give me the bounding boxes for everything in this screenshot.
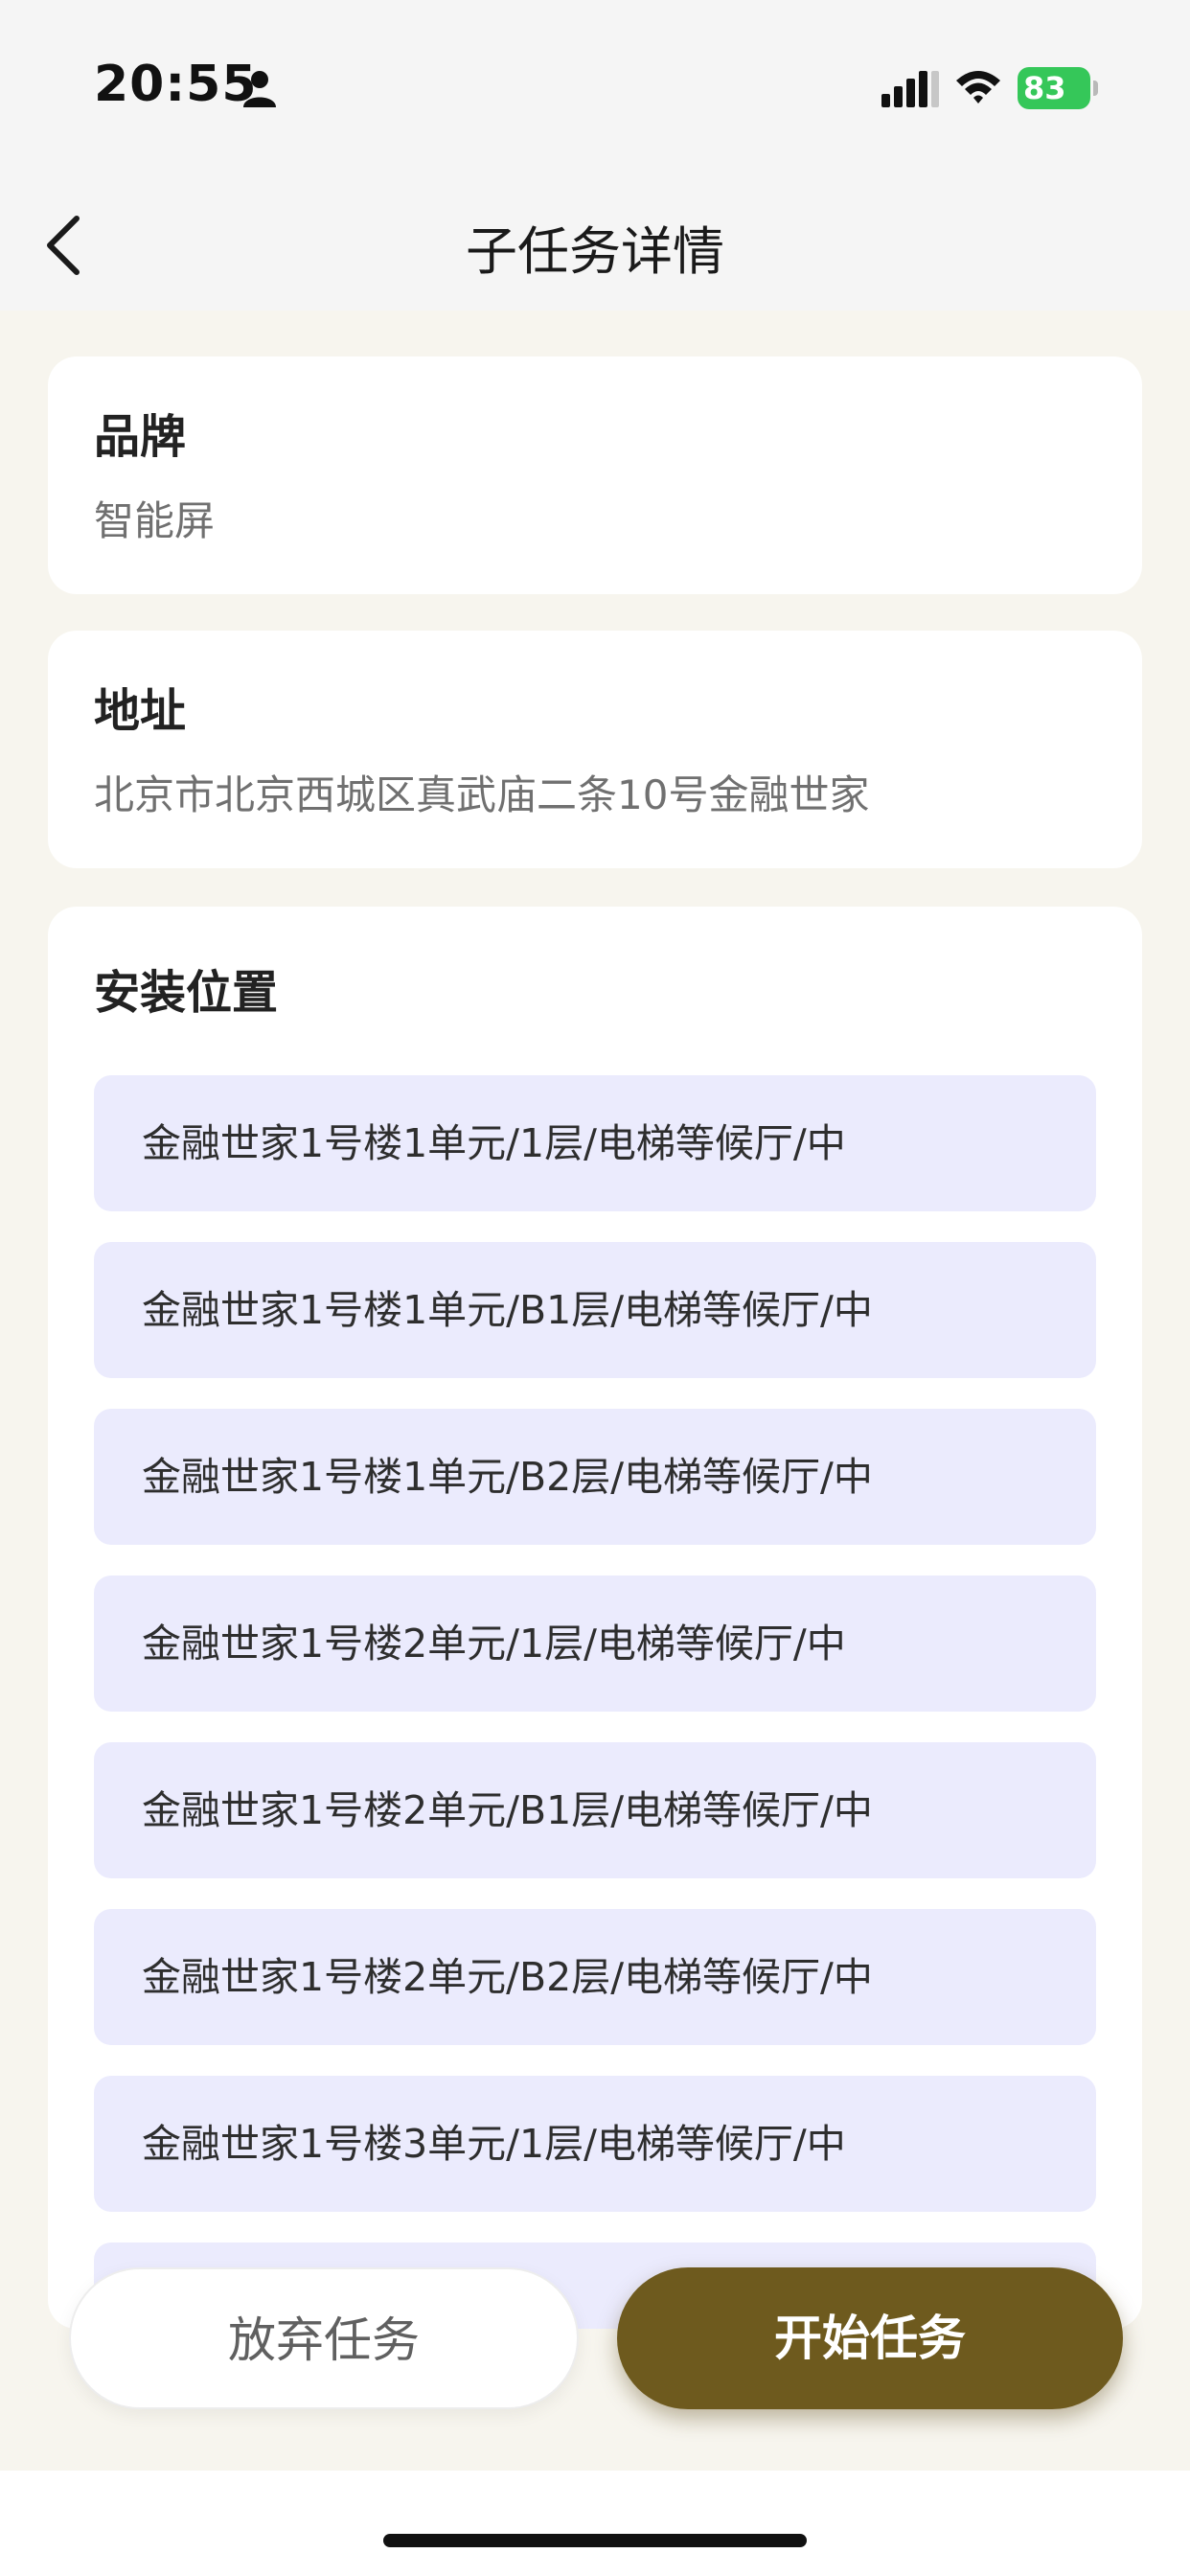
address-label: 地址 — [94, 684, 187, 738]
location-item: 金融世家1号楼1单元/1层/电梯等候厅/中 — [94, 1075, 1096, 1211]
status-time: 20:55 — [94, 56, 258, 113]
bottom-safe-area — [0, 2471, 1190, 2576]
brand-label: 品牌 — [94, 410, 187, 464]
abandon-task-button[interactable]: 放弃任务 — [69, 2267, 579, 2409]
location-list[interactable]: 金融世家1号楼1单元/1层/电梯等候厅/中 金融世家1号楼1单元/B1层/电梯等… — [94, 1075, 1096, 2329]
signal-icon — [881, 71, 939, 107]
wifi-icon — [956, 71, 1000, 104]
battery-level: 83 — [1023, 70, 1066, 106]
location-item: 金融世家1号楼3单元/1层/电梯等候厅/中 — [94, 2076, 1096, 2212]
address-card: 地址 北京市北京西城区真武庙二条10号金融世家 — [48, 631, 1142, 868]
locations-label: 安装位置 — [94, 966, 279, 1020]
top-bar: 20:55 83 子任务详情 — [0, 0, 1190, 310]
home-indicator[interactable] — [383, 2534, 807, 2547]
brand-card: 品牌 智能屏 — [48, 356, 1142, 594]
location-item: 金融世家1号楼2单元/B2层/电梯等候厅/中 — [94, 1909, 1096, 2045]
start-task-button[interactable]: 开始任务 — [617, 2267, 1123, 2409]
location-item: 金融世家1号楼2单元/B1层/电梯等候厅/中 — [94, 1742, 1096, 1878]
page-title: 子任务详情 — [466, 221, 724, 282]
battery-charging-icon: 83 — [1018, 67, 1098, 109]
location-item: 金融世家1号楼2单元/1层/电梯等候厅/中 — [94, 1576, 1096, 1712]
brand-value: 智能屏 — [94, 497, 216, 544]
person-icon — [243, 71, 276, 107]
install-locations-card: 安装位置 金融世家1号楼1单元/1层/电梯等候厅/中 金融世家1号楼1单元/B1… — [48, 907, 1142, 2329]
address-value: 北京市北京西城区真武庙二条10号金融世家 — [94, 771, 870, 818]
location-item: 金融世家1号楼1单元/B1层/电梯等候厅/中 — [94, 1242, 1096, 1378]
location-item: 金融世家1号楼1单元/B2层/电梯等候厅/中 — [94, 1409, 1096, 1545]
